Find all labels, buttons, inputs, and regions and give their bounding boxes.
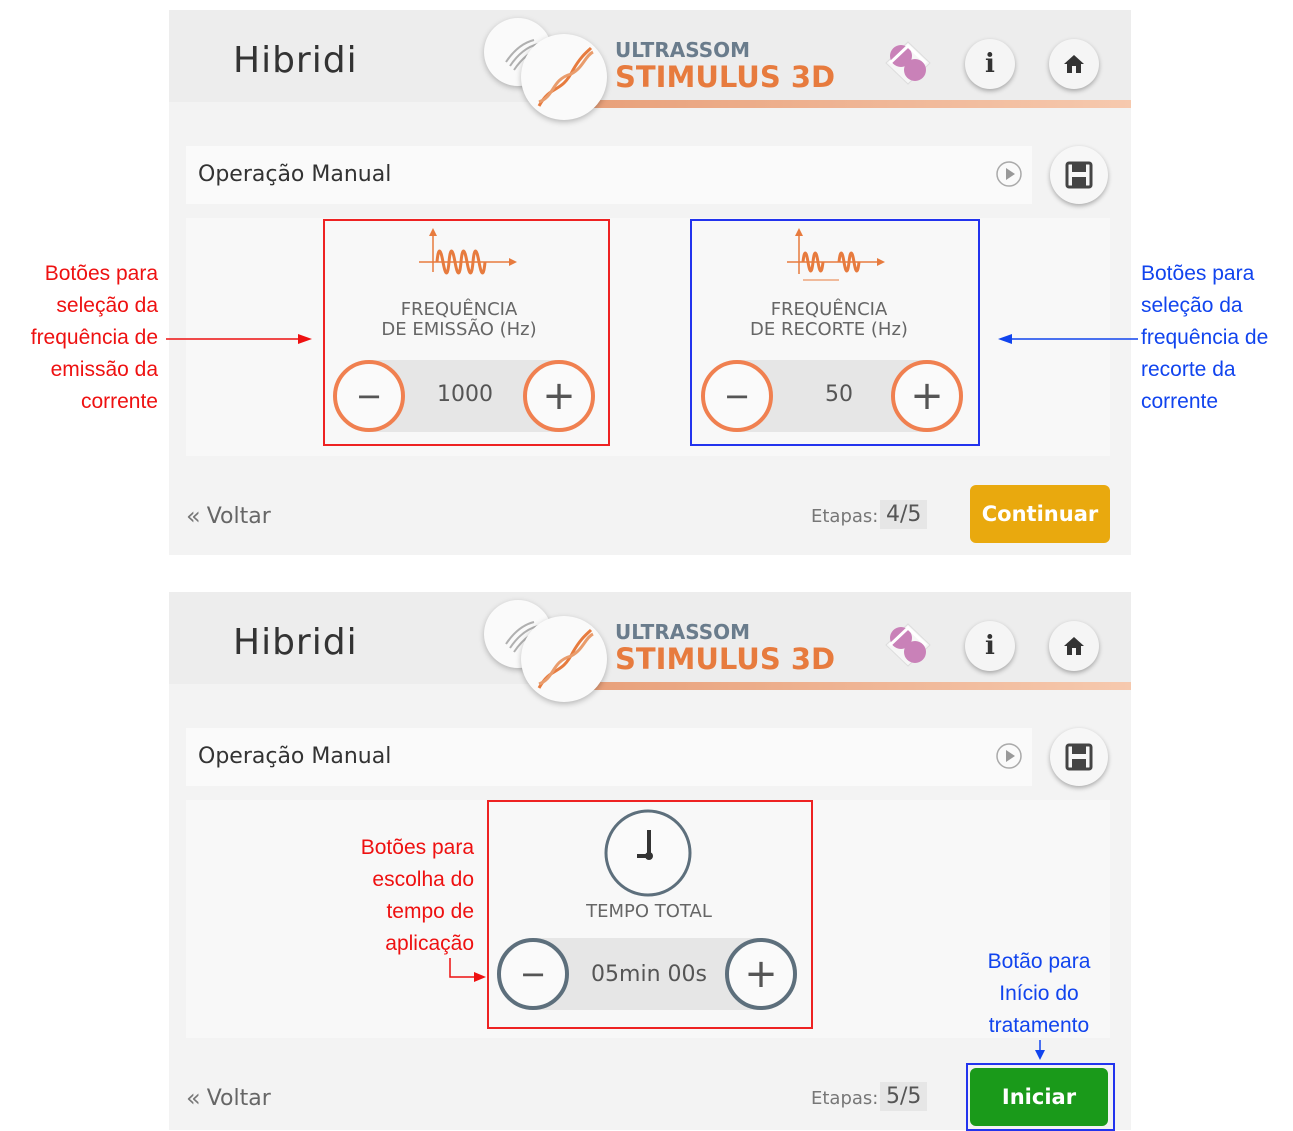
annotation-line: frequência de	[30, 326, 158, 349]
product-subtitle: ULTRASSOM	[615, 620, 751, 644]
product-subtitle: ULTRASSOM	[615, 38, 751, 62]
annotation-line: escolha do	[372, 868, 474, 891]
back-label: Voltar	[206, 1085, 271, 1111]
operation-bar: Operação Manual	[186, 146, 1032, 204]
stimulus-helix-icon	[521, 616, 607, 702]
info-icon[interactable]: i	[965, 621, 1015, 671]
annotation-line: Botões para	[44, 262, 158, 285]
product-title: STIMULUS 3D	[615, 60, 836, 94]
annotation-line: frequência de	[1141, 326, 1269, 349]
annotation-line: seleção da	[56, 294, 158, 317]
annotation-line: corrente	[80, 390, 158, 413]
annotation-arrow-blue	[998, 334, 1138, 344]
annotation-line: aplicação	[385, 932, 474, 955]
annotation-arrow-red	[166, 334, 312, 344]
header-accent-line	[589, 682, 1131, 690]
annotation-line: emissão da	[50, 358, 158, 381]
annotation-line: Botões para	[360, 836, 474, 859]
back-label: Voltar	[206, 503, 271, 529]
info-icon[interactable]: i	[965, 39, 1015, 89]
operation-title: Operação Manual	[198, 744, 392, 769]
brand-logo: Hibridi	[233, 40, 358, 81]
annotation-arrow-blue	[1035, 1040, 1045, 1060]
save-icon	[1065, 743, 1093, 771]
annotation-cutoff-buttons: Botões para seleção da frequência de rec…	[1141, 258, 1293, 418]
timer-highlight-box	[487, 800, 813, 1029]
brand-logo: Hibridi	[233, 622, 358, 663]
steps-label: Etapas:	[811, 1088, 879, 1109]
chevron-double-left-icon: «	[186, 502, 201, 530]
stimulus-helix-icon	[521, 34, 607, 120]
bluetooth-link-icon[interactable]	[876, 36, 940, 90]
play-icon[interactable]	[996, 161, 1022, 187]
annotation-line: tempo de	[386, 900, 474, 923]
back-button[interactable]: « Voltar	[186, 1084, 271, 1112]
operation-title: Operação Manual	[198, 162, 392, 187]
annotation-line: Início do	[999, 982, 1079, 1005]
header-accent-line	[589, 100, 1131, 108]
start-highlight-box	[966, 1063, 1115, 1131]
annotation-line: seleção da	[1141, 294, 1243, 317]
annotation-line: corrente	[1141, 390, 1219, 413]
home-icon[interactable]	[1049, 621, 1099, 671]
annotation-line: tratamento	[988, 1014, 1090, 1037]
home-icon[interactable]	[1049, 39, 1099, 89]
annotation-timer-buttons: Botões para escolha do tempo de aplicaçã…	[300, 832, 474, 960]
annotation-line: Botão para	[987, 950, 1091, 973]
operation-bar: Operação Manual	[186, 728, 1032, 786]
steps-value: 4/5	[880, 500, 928, 529]
chevron-double-left-icon: «	[186, 1084, 201, 1112]
save-button[interactable]	[1050, 146, 1108, 204]
screen-frequency-step: Hibridi ULTRASSOM STIMULUS 3D i Operação…	[169, 10, 1131, 555]
annotation-emission-buttons: Botões para seleção da frequência de emi…	[0, 258, 158, 418]
save-icon	[1065, 161, 1093, 189]
save-button[interactable]	[1050, 728, 1108, 786]
annotation-line: Botões para	[1141, 262, 1255, 285]
back-button[interactable]: « Voltar	[186, 502, 271, 530]
bluetooth-link-icon[interactable]	[876, 618, 940, 672]
annotation-line: recorte da	[1141, 358, 1236, 381]
product-title: STIMULUS 3D	[615, 642, 836, 676]
emission-highlight-box	[323, 219, 610, 446]
play-icon[interactable]	[996, 743, 1022, 769]
cutoff-highlight-box	[690, 219, 980, 446]
steps-value: 5/5	[880, 1082, 928, 1111]
steps-label: Etapas:	[811, 506, 879, 527]
continue-button[interactable]: Continuar	[970, 485, 1110, 543]
annotation-arrow-red	[449, 958, 486, 982]
annotation-start-button: Botão para Início do tratamento	[960, 946, 1118, 1042]
